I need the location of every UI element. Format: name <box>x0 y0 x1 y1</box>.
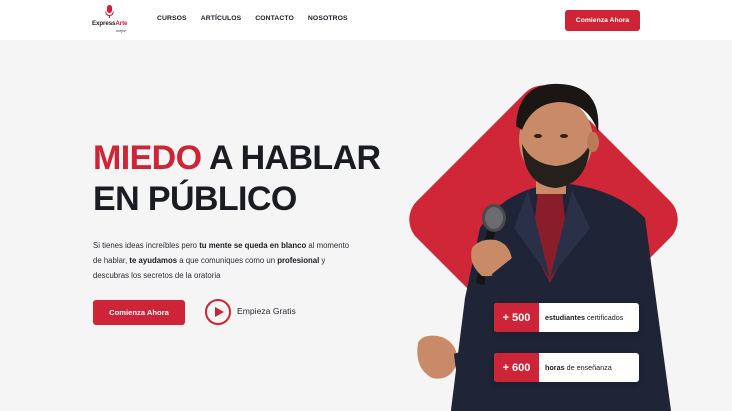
page: ExpressArte mejor CURSOS ARTÍCULOS CONTA… <box>0 0 732 411</box>
stat-number: + 600 <box>494 353 539 382</box>
hero-headline: MIEDO A HABLAR EN PÚBLICO <box>93 138 381 220</box>
nav-articulos[interactable]: ARTÍCULOS <box>201 15 242 22</box>
play-label[interactable]: Empieza Gratis <box>237 306 296 316</box>
headline-accent: MIEDO <box>93 139 202 177</box>
hero-cta-button[interactable]: Comienza Ahora <box>93 300 185 325</box>
main-nav: CURSOS ARTÍCULOS CONTACTO NOSOTROS <box>157 15 348 22</box>
stat-label: estudiantes certificados <box>545 313 624 322</box>
headline-rest: A HABLAR <box>201 139 381 177</box>
site-header: ExpressArte mejor CURSOS ARTÍCULOS CONTA… <box>0 0 732 40</box>
stat-number: + 500 <box>494 303 539 332</box>
site-logo[interactable]: ExpressArte mejor <box>92 5 128 35</box>
nav-cursos[interactable]: CURSOS <box>157 15 187 22</box>
logo-wordmark: ExpressArte <box>92 20 128 27</box>
hero-section: MIEDO A HABLAR EN PÚBLICO Si tienes idea… <box>0 40 732 411</box>
play-icon[interactable] <box>205 299 231 325</box>
nav-nosotros[interactable]: NOSOTROS <box>308 15 348 22</box>
headline-line2: EN PÚBLICO <box>93 180 297 218</box>
hero-description: Si tienes ideas increíbles pero tu mente… <box>93 241 350 280</box>
header-cta-button[interactable]: Comienza Ahora <box>565 10 640 31</box>
stat-label: horas de enseñanza <box>545 363 612 372</box>
stat-card-students: + 500 estudiantes certificados <box>494 303 639 332</box>
microphone-icon <box>105 5 114 18</box>
logo-tagline: mejor <box>116 28 127 33</box>
nav-contacto[interactable]: CONTACTO <box>255 15 294 22</box>
stat-card-hours: + 600 horas de enseñanza <box>494 353 639 382</box>
